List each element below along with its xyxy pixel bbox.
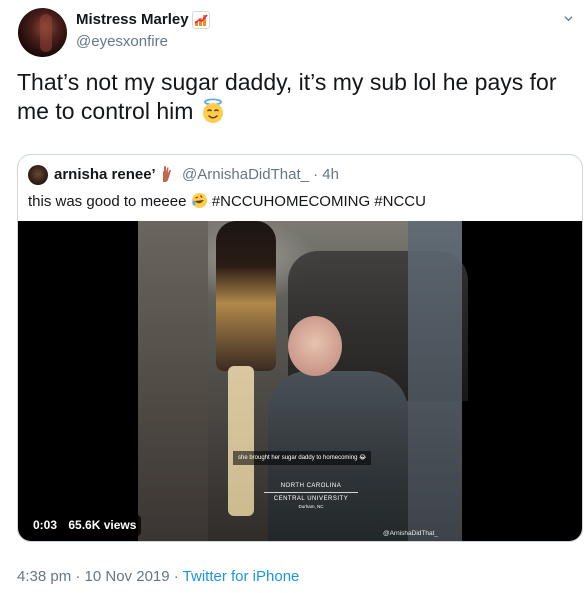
quoted-author-display-name[interactable]: arnisha renee’ — [54, 166, 156, 183]
video-man-head — [288, 316, 342, 376]
tweet-body: That’s not my sugar daddy, it’s my sub l… — [17, 69, 557, 124]
smiling-face-with-halo-icon — [200, 98, 226, 124]
video-player[interactable]: she brought her sugar daddy to homecomin… — [18, 221, 582, 541]
quoted-text-hashtags[interactable]: #NCCUHOMECOMING #NCCU — [212, 193, 426, 210]
video-caption: she brought her sugar daddy to homecomin… — [233, 451, 372, 465]
video-watermark: @ArnishaDidThat_ — [383, 530, 439, 537]
chart-increasing-emoji-icon — [192, 11, 210, 29]
tweet: Mistress Marley @eyesxonfire That’s not … — [0, 0, 586, 593]
nccu-logo: NORTH CAROLINA CENTRAL UNIVERSITY Durham… — [256, 482, 366, 510]
author-display-name[interactable]: Mistress Marley — [76, 11, 189, 28]
separator: · — [313, 166, 319, 183]
video-right-person — [408, 221, 462, 541]
hand-emoji-icon — [163, 166, 171, 182]
rolling-on-floor-laughing-icon — [191, 192, 208, 209]
video-stats-badge: 0:03 65.6K views — [28, 515, 142, 536]
nccu-logo-line3: Durham, NC — [298, 504, 324, 509]
tweet-text: That’s not my sugar daddy, it’s my sub l… — [17, 68, 572, 126]
video-frame: she brought her sugar daddy to homecomin… — [138, 221, 468, 541]
video-duration: 0:03 — [33, 518, 58, 532]
video-left-blur — [138, 221, 208, 541]
quoted-author-handle[interactable]: @ArnishaDidThat_ · 4h — [182, 166, 339, 183]
author-handle[interactable]: @eyesxonfire — [76, 33, 168, 50]
video-views: 65.6K views — [68, 518, 137, 532]
quoted-handle-text: @ArnishaDidThat_ — [182, 166, 309, 183]
quoted-tweet-text: this was good to meeee #NCCUHOMECOMING #… — [28, 192, 426, 210]
quoted-time[interactable]: 4h — [322, 166, 339, 183]
video-woman-legs — [228, 366, 254, 516]
tweet-footer: 4:38 pm · 10 Nov 2019 · Twitter for iPho… — [17, 568, 299, 585]
chevron-down-icon[interactable] — [564, 14, 573, 23]
nccu-logo-line2: CENTRAL UNIVERSITY — [273, 496, 349, 502]
quoted-author-avatar[interactable] — [28, 165, 48, 185]
quoted-tweet[interactable]: arnisha renee’ @ArnishaDidThat_ · 4h thi… — [17, 154, 583, 542]
video-woman — [216, 221, 276, 371]
tweet-timestamp[interactable]: 4:38 pm · 10 Nov 2019 · — [17, 568, 183, 585]
quoted-text-before: this was good to meeee — [28, 193, 187, 210]
nccu-logo-line1: NORTH CAROLINA — [280, 483, 342, 489]
author-avatar[interactable] — [18, 8, 67, 57]
tweet-source-link[interactable]: Twitter for iPhone — [183, 568, 300, 585]
